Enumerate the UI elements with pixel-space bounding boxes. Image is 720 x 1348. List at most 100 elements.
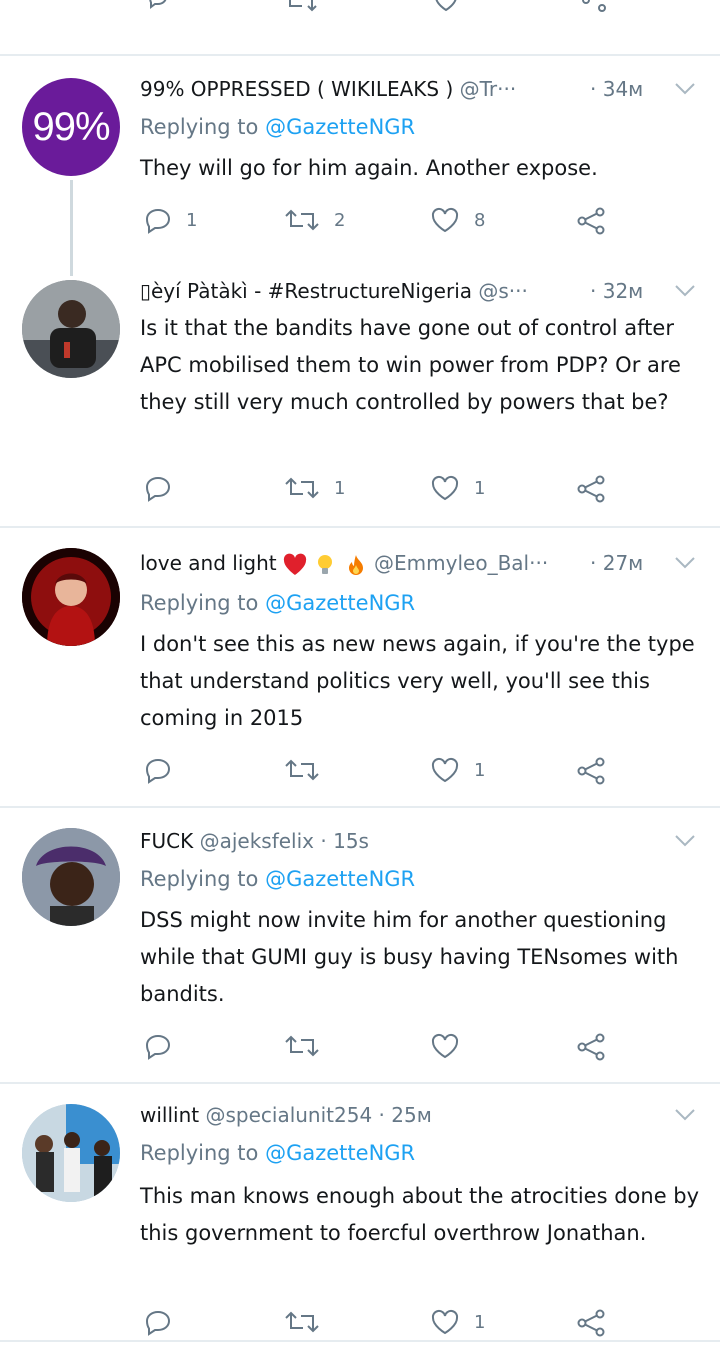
timestamp[interactable]: · 34м xyxy=(590,74,643,104)
heart-icon xyxy=(431,757,459,783)
like-action[interactable]: 1 xyxy=(430,1308,485,1336)
avatar-text: 99% xyxy=(32,104,110,149)
avatar[interactable] xyxy=(22,548,120,646)
replying-to: Replying to @GazetteNGR xyxy=(140,112,415,142)
replying-to: Replying to @GazetteNGR xyxy=(140,864,415,894)
replying-to: Replying to @GazetteNGR xyxy=(140,1138,415,1168)
user-handle[interactable]: @Tr··· xyxy=(460,77,517,101)
retweet-count: 2 xyxy=(334,209,346,231)
reply-action[interactable] xyxy=(144,1308,186,1336)
display-name[interactable]: FUCK xyxy=(140,829,193,853)
tweet[interactable]: 99% 99% OPPRESSED ( WIKILEAKS ) @Tr··· ·… xyxy=(0,60,720,276)
avatar[interactable] xyxy=(22,280,120,378)
avatar-photo xyxy=(22,280,120,378)
tweet-header: love and light @Emmyleo_Bal··· xyxy=(140,548,660,578)
timestamp[interactable]: · 25м xyxy=(379,1103,432,1127)
reply-action[interactable] xyxy=(144,474,186,502)
tweet[interactable]: FUCK @ajeksfelix · 15s Replying to @Gaze… xyxy=(0,808,720,1082)
share-icon xyxy=(577,207,605,235)
chevron-down-icon[interactable] xyxy=(674,82,696,96)
retweet-icon xyxy=(285,477,319,499)
retweet-action[interactable] xyxy=(284,1308,334,1336)
share-action[interactable] xyxy=(576,1308,606,1338)
share-action[interactable] xyxy=(576,756,606,786)
avatar-photo xyxy=(22,828,120,926)
reply-action[interactable]: 1 xyxy=(144,206,197,234)
tweet[interactable]: ▯èyí Pàtàkì - #RestructureNigeria @s··· … xyxy=(0,274,720,526)
tweet-text: I don't see this as new news again, if y… xyxy=(140,632,695,730)
display-name[interactable]: 99% OPPRESSED ( WIKILEAKS ) xyxy=(140,77,453,101)
tweet[interactable]: love and light @Emmyleo_Bal··· · 27м Rep… xyxy=(0,528,720,806)
share-action[interactable] xyxy=(576,1032,606,1062)
replying-label: Replying to xyxy=(140,591,259,615)
divider xyxy=(0,1340,720,1342)
share-icon xyxy=(577,1309,605,1337)
avatar-photo xyxy=(22,548,120,646)
mention-link[interactable]: @GazetteNGR xyxy=(265,115,415,139)
chevron-down-icon[interactable] xyxy=(674,1108,696,1122)
replying-label: Replying to xyxy=(140,115,259,139)
user-handle[interactable]: @Emmyleo_Bal··· xyxy=(374,551,548,575)
user-handle[interactable]: @specialunit254 xyxy=(205,1103,372,1127)
chevron-down-icon[interactable] xyxy=(674,834,696,848)
reply-action[interactable] xyxy=(144,1032,186,1060)
like-action[interactable] xyxy=(430,1032,474,1060)
reply-icon xyxy=(145,208,171,234)
like-count: 1 xyxy=(474,1311,486,1333)
share-icon[interactable] xyxy=(580,0,608,14)
mention-link[interactable]: @GazetteNGR xyxy=(265,591,415,615)
chevron-down-icon[interactable] xyxy=(674,284,696,298)
avatar-photo xyxy=(22,1104,120,1202)
reply-icon xyxy=(145,758,171,784)
timestamp[interactable]: · 27м xyxy=(590,548,643,578)
replying-label: Replying to xyxy=(140,1141,259,1165)
like-count: 1 xyxy=(474,759,486,781)
avatar[interactable] xyxy=(22,828,120,926)
share-action[interactable] xyxy=(576,474,606,504)
display-name[interactable]: willint xyxy=(140,1103,199,1127)
like-action[interactable]: 1 xyxy=(430,756,485,784)
tweet-text: This man knows enough about the atrociti… xyxy=(140,1184,700,1245)
heart-icon xyxy=(431,1309,459,1335)
tweet-text: DSS might now invite him for another que… xyxy=(140,908,679,1006)
tweet-header: FUCK @ajeksfelix · 15s xyxy=(140,826,660,856)
user-handle[interactable]: @ajeksfelix xyxy=(200,829,314,853)
timestamp[interactable]: · 15s xyxy=(320,829,369,853)
retweet-action[interactable]: 1 xyxy=(284,474,345,502)
retweet-action[interactable] xyxy=(284,1032,334,1060)
tweet[interactable]: willint @specialunit254 · 25м Replying t… xyxy=(0,1084,720,1348)
reply-icon[interactable] xyxy=(146,0,170,10)
lightbulb-emoji-icon xyxy=(318,554,333,574)
fire-emoji-icon xyxy=(348,554,363,575)
heart-emoji-icon xyxy=(283,553,307,575)
like-action[interactable]: 1 xyxy=(430,474,485,502)
heart-icon xyxy=(431,475,459,501)
share-icon xyxy=(577,757,605,785)
reply-icon xyxy=(145,1310,171,1336)
tweet-header: 99% OPPRESSED ( WIKILEAKS ) @Tr··· xyxy=(140,74,660,104)
display-name[interactable]: love and light xyxy=(140,551,277,575)
reply-icon xyxy=(145,1034,171,1060)
retweet-action[interactable] xyxy=(284,756,334,784)
retweet-icon xyxy=(285,1311,319,1333)
mention-link[interactable]: @GazetteNGR xyxy=(265,867,415,891)
heart-icon xyxy=(431,207,459,233)
user-handle[interactable]: @s··· xyxy=(478,279,528,303)
avatar[interactable] xyxy=(22,1104,120,1202)
share-icon xyxy=(577,475,605,503)
like-count: 8 xyxy=(474,209,486,231)
mention-link[interactable]: @GazetteNGR xyxy=(265,1141,415,1165)
display-name[interactable]: ▯èyí Pàtàkì - #RestructureNigeria xyxy=(140,279,472,303)
tweet-header: ▯èyí Pàtàkì - #RestructureNigeria @s··· xyxy=(140,276,660,306)
chevron-down-icon[interactable] xyxy=(674,556,696,570)
reply-action[interactable] xyxy=(144,756,186,784)
retweet-action[interactable]: 2 xyxy=(284,206,345,234)
retweet-icon[interactable] xyxy=(284,0,318,14)
heart-icon xyxy=(431,1033,459,1059)
reply-count: 1 xyxy=(186,209,198,231)
timestamp[interactable]: · 32м xyxy=(590,276,643,306)
share-action[interactable] xyxy=(576,206,606,236)
avatar[interactable]: 99% xyxy=(22,78,120,176)
like-icon[interactable] xyxy=(432,0,460,14)
like-action[interactable]: 8 xyxy=(430,206,485,234)
